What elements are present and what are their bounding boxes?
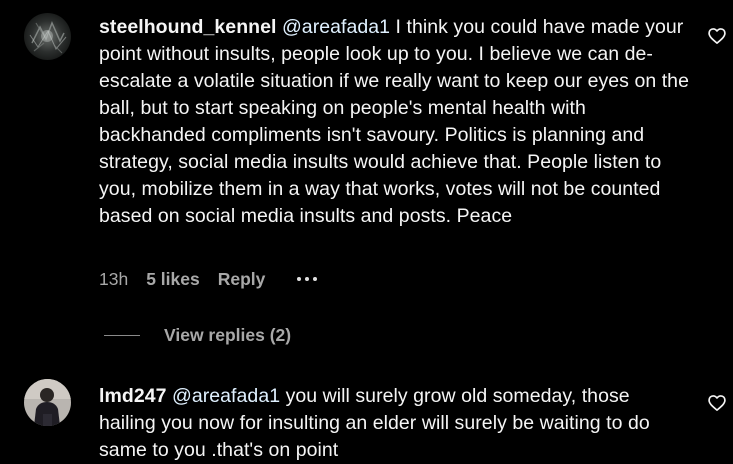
comment-username[interactable]: steelhound_kennel <box>99 16 276 38</box>
more-options-icon[interactable] <box>297 273 318 285</box>
like-button[interactable] <box>707 393 727 413</box>
avatar[interactable] <box>24 13 71 60</box>
avatar[interactable] <box>24 379 71 426</box>
divider-line <box>104 334 140 336</box>
heart-outline-icon <box>708 395 726 411</box>
view-replies-button[interactable]: View replies (2) <box>104 323 291 347</box>
more-dot <box>297 277 302 281</box>
comment-mention[interactable]: @areafada1 <box>172 385 280 407</box>
reply-button[interactable]: Reply <box>218 269 266 290</box>
dark-textured-avatar-icon <box>24 13 71 60</box>
comment-mention[interactable]: @areafada1 <box>282 16 390 38</box>
comment-timestamp: 13h <box>99 268 129 289</box>
comment-meta: 13h 5 likes Reply <box>99 267 318 291</box>
person-photo-avatar-icon <box>24 379 71 426</box>
comment-username[interactable]: lmd247 <box>99 385 167 407</box>
heart-outline-icon <box>708 28 726 44</box>
view-replies-label: View replies (2) <box>164 324 292 345</box>
likes-count[interactable]: 5 likes <box>146 269 200 290</box>
more-dot <box>305 277 310 281</box>
more-dot <box>313 277 318 281</box>
like-button[interactable] <box>707 26 727 46</box>
comment-text: lmd247 @areafada1 you will surely grow o… <box>99 383 689 464</box>
comment-text: steelhound_kennel @areafada1 I think you… <box>99 14 689 230</box>
comment-body: I think you could have made your point w… <box>99 16 689 227</box>
